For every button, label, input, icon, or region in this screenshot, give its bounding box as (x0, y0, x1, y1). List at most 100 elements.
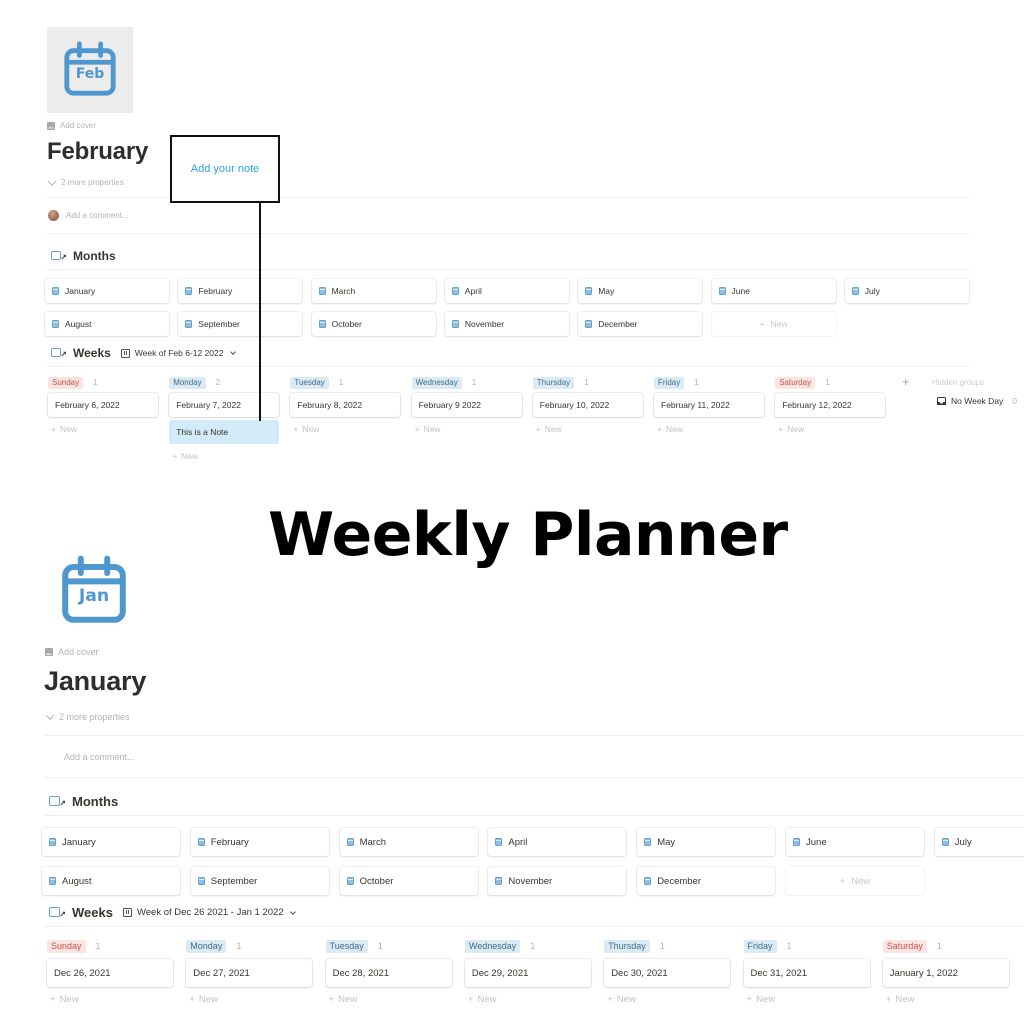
weeks-heading[interactable]: ↗ Weeks Week of Dec 26 2021 - Jan 1 2022 (49, 905, 296, 920)
month-card[interactable]: December (578, 312, 703, 336)
card-count: 1 (530, 941, 536, 952)
month-card[interactable]: February (178, 279, 303, 303)
add-new-card-button[interactable]: + New (886, 994, 915, 1005)
month-card[interactable]: June (711, 279, 836, 303)
add-cover-button[interactable]: Add cover (45, 647, 99, 657)
new-month-button[interactable]: + New (711, 312, 836, 336)
month-card[interactable]: December (637, 867, 776, 895)
weekday-tag: Monday (186, 940, 227, 953)
new-label: New (302, 424, 320, 434)
page-title[interactable]: February (47, 138, 148, 166)
weeks-heading[interactable]: ↗ Weeks Week of Feb 6-12 2022 (51, 346, 236, 360)
day-card[interactable]: February 6, 2022 (48, 393, 158, 417)
add-new-card-button[interactable]: + New (189, 994, 218, 1005)
month-card[interactable]: April (488, 828, 627, 856)
card-count: 1 (584, 378, 589, 388)
board-column-header[interactable]: Sunday 1 (48, 377, 98, 389)
plus-icon: + (535, 424, 541, 434)
comment-input[interactable]: Add a comment... (48, 210, 129, 221)
day-card[interactable]: February 11, 2022 (654, 393, 764, 417)
month-card[interactable]: June (786, 828, 924, 856)
add-new-card-button[interactable]: + New (50, 994, 79, 1005)
view-selector[interactable]: Week of Feb 6-12 2022 (120, 348, 236, 358)
view-selector[interactable]: Week of Dec 26 2021 - Jan 1 2022 (122, 907, 296, 918)
months-heading[interactable]: ↗ Months (49, 794, 118, 809)
board-column-header[interactable]: Wednesday 1 (411, 377, 476, 389)
day-card[interactable]: Dec 28, 2021 (325, 959, 452, 987)
board-column-header[interactable]: Saturday 1 (775, 377, 830, 389)
day-card[interactable]: Dec 27, 2021 (186, 959, 313, 987)
page-icon[interactable]: Feb (47, 27, 133, 113)
month-card[interactable]: August (42, 867, 180, 895)
month-card[interactable]: August (45, 312, 169, 336)
add-new-card-button[interactable]: + New (778, 424, 804, 434)
board-column-header[interactable]: Monday 1 (186, 940, 241, 953)
add-new-card-button[interactable]: + New (747, 994, 776, 1005)
calendar-icon (318, 287, 326, 295)
month-card[interactable]: November (444, 312, 569, 336)
board-column-header[interactable]: Wednesday 1 (464, 940, 536, 953)
month-card[interactable]: April (444, 279, 569, 303)
calendar-icon (49, 838, 56, 846)
add-new-card-button[interactable]: + New (468, 994, 497, 1005)
add-new-card-button[interactable]: + New (329, 994, 358, 1005)
day-card[interactable]: January 1, 2022 (882, 959, 1009, 987)
month-card[interactable]: November (488, 867, 627, 895)
month-card[interactable]: October (311, 312, 436, 336)
note-card[interactable]: This is a Note (169, 420, 280, 444)
board-column-header[interactable]: Sunday 1 (47, 940, 101, 953)
new-month-button[interactable]: + New (786, 867, 924, 895)
add-new-card-button[interactable]: + New (51, 424, 77, 434)
day-card[interactable]: February 9 2022 (411, 393, 522, 417)
month-card[interactable]: March (311, 279, 436, 303)
board-column-header[interactable]: Saturday 1 (882, 940, 942, 953)
month-card[interactable]: October (339, 867, 478, 895)
board-column-header[interactable]: Tuesday 1 (290, 377, 343, 389)
add-new-card-button[interactable]: + New (657, 424, 683, 434)
annotation-callout: Add your note (170, 135, 280, 203)
weekday-tag: Friday (743, 940, 777, 953)
day-card[interactable]: Dec 31, 2021 (743, 959, 870, 987)
day-card[interactable]: February 8, 2022 (290, 393, 401, 417)
month-card[interactable]: January (45, 279, 169, 303)
more-properties-toggle[interactable]: 2 more properties (45, 711, 130, 722)
board-column-header[interactable]: Monday 2 (169, 377, 220, 389)
card-count: 1 (786, 941, 792, 952)
month-card[interactable]: March (339, 828, 478, 856)
add-cover-button[interactable]: Add cover (47, 121, 96, 130)
day-card[interactable]: February 7, 2022 (169, 393, 280, 417)
page-icon[interactable]: Jan (55, 552, 133, 630)
comment-input[interactable]: Add a comment... (46, 751, 135, 762)
add-new-card-button[interactable]: + New (415, 424, 441, 434)
calendar-icon (495, 838, 503, 846)
board-column-header[interactable]: Friday 1 (654, 377, 699, 389)
month-card[interactable]: July (934, 828, 1024, 856)
add-new-card-button[interactable]: + New (536, 424, 562, 434)
add-new-card-button[interactable]: + New (172, 451, 198, 461)
month-card[interactable]: September (190, 867, 329, 895)
more-properties-toggle[interactable]: 2 more properties (47, 176, 124, 187)
plus-icon: + (328, 994, 335, 1005)
month-card[interactable]: February (190, 828, 329, 856)
new-label: New (477, 994, 497, 1005)
month-card[interactable]: May (637, 828, 776, 856)
board-column-header[interactable]: Tuesday 1 (325, 940, 383, 953)
add-new-card-button[interactable]: + New (607, 994, 636, 1005)
day-card[interactable]: Dec 29, 2021 (464, 959, 591, 987)
hidden-group-no-week-day[interactable]: No Week Day 0 (937, 396, 1017, 406)
month-card[interactable]: May (578, 279, 703, 303)
month-card[interactable]: July (844, 279, 969, 303)
day-card[interactable]: Dec 26, 2021 (47, 959, 173, 987)
months-heading[interactable]: ↗ Months (51, 249, 116, 263)
board-column-header[interactable]: Friday 1 (743, 940, 792, 953)
month-card[interactable]: January (42, 828, 180, 856)
day-card[interactable]: February 12, 2022 (775, 393, 886, 417)
board-column-header[interactable]: Thursday 1 (604, 940, 665, 953)
month-card[interactable]: September (178, 312, 303, 336)
day-card[interactable]: Dec 30, 2021 (604, 959, 731, 987)
add-new-card-button[interactable]: + New (293, 424, 319, 434)
board-column-header[interactable]: Thursday 1 (532, 377, 589, 389)
add-group-button[interactable]: + (902, 374, 910, 389)
page-title[interactable]: January (44, 666, 146, 697)
day-card[interactable]: February 10, 2022 (532, 393, 643, 417)
